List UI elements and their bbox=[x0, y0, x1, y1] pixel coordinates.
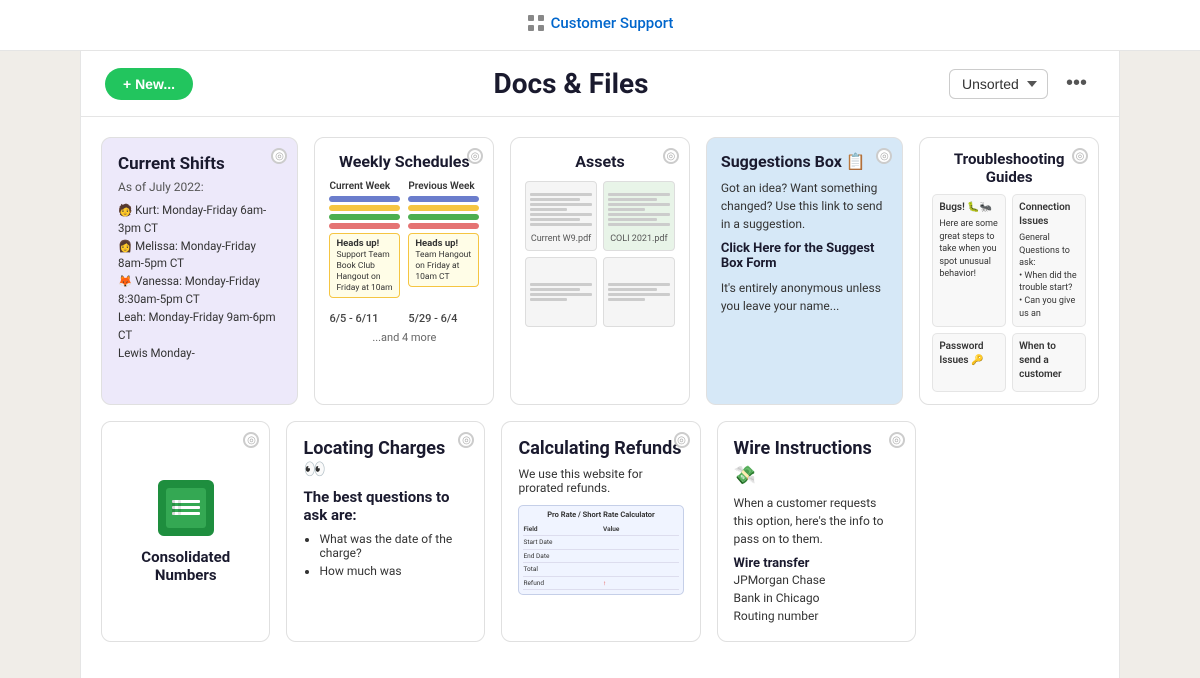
bullet-2: How much was bbox=[319, 564, 468, 578]
card-pin: ◎ bbox=[663, 148, 679, 164]
col2-dates: 5/29 - 6/4 bbox=[408, 312, 479, 325]
card-title: Calculating Refunds bbox=[518, 438, 683, 459]
asset-thumb-4[interactable] bbox=[603, 257, 675, 327]
card-title: Suggestions Box 📋 bbox=[721, 152, 888, 171]
toolbar: + New... Docs & Files Unsorted A-Z Z-A D… bbox=[81, 51, 1119, 117]
cards-row-2: ◎ Consolidated Numbers bbox=[101, 421, 1099, 642]
suggestion-desc1: Got an idea? Want something changed? Use… bbox=[721, 179, 888, 233]
trouble-item-bugs: Bugs! 🐛🐜 Here are some great steps to ta… bbox=[932, 194, 1006, 327]
card-wire-instructions[interactable]: ◎ Wire Instructions 💸 When a customer re… bbox=[717, 421, 916, 642]
card-subtitle: As of July 2022: bbox=[118, 180, 281, 194]
shifts-text: 🧑 Kurt: Monday-Friday 6am-3pm CT 👩 Melis… bbox=[118, 202, 281, 362]
wire-transfer-label: Wire transfer bbox=[734, 556, 899, 571]
locating-bullets: What was the date of the charge? How muc… bbox=[303, 532, 468, 578]
card-troubleshooting[interactable]: ◎ Troubleshooting Guides Bugs! 🐛🐜 Here a… bbox=[919, 137, 1099, 405]
suggestion-desc2: It's entirely anonymous unless you leave… bbox=[721, 279, 888, 315]
wire-emoji: 💸 bbox=[734, 465, 899, 486]
page-title: Docs & Files bbox=[494, 67, 649, 100]
card-current-shifts[interactable]: ◎ Current Shifts As of July 2022: 🧑 Kurt… bbox=[101, 137, 298, 405]
asset-thumb-w9[interactable]: Current W9.pdf bbox=[525, 181, 597, 251]
asset-thumb-coli[interactable]: COLI 2021.pdf bbox=[603, 181, 675, 251]
card-title: Current Shifts bbox=[118, 154, 281, 174]
sheets-icon bbox=[158, 480, 214, 536]
col1-dates: 6/5 - 6/11 bbox=[329, 312, 400, 325]
row2-spacer bbox=[932, 421, 1099, 642]
new-button[interactable]: + New... bbox=[105, 68, 193, 100]
col2-header: Previous Week bbox=[408, 181, 479, 192]
asset-label-coli: COLI 2021.pdf bbox=[610, 234, 667, 244]
col1-header: Current Week bbox=[329, 181, 400, 192]
more-button[interactable]: ••• bbox=[1058, 68, 1095, 99]
sort-select[interactable]: Unsorted A-Z Z-A Date bbox=[949, 69, 1048, 99]
trouble-item-connection: Connection Issues General Questions to a… bbox=[1012, 194, 1086, 327]
asset-thumb-3[interactable] bbox=[525, 257, 597, 327]
wire-detail: JPMorgan ChaseBank in ChicagoRouting num… bbox=[734, 571, 899, 625]
breadcrumb-link[interactable]: Customer Support bbox=[551, 14, 674, 32]
top-bar: Customer Support bbox=[0, 0, 1200, 51]
card-title: Locating Charges 👀 bbox=[303, 438, 468, 480]
card-pin: ◎ bbox=[674, 432, 690, 448]
card-title: Assets bbox=[525, 152, 675, 171]
heads-up-badge-2: Heads up! Team Hangout on Friday at 10am… bbox=[408, 233, 479, 287]
trouble-item-password: Password Issues 🔑 bbox=[932, 333, 1006, 392]
toolbar-right: Unsorted A-Z Z-A Date ••• bbox=[949, 68, 1095, 99]
cards-row-1: ◎ Current Shifts As of July 2022: 🧑 Kurt… bbox=[101, 137, 1099, 405]
card-calculating-refunds[interactable]: ◎ Calculating Refunds We use this websit… bbox=[501, 421, 700, 642]
heads-up-badge-1: Heads up! Support Team Book Club Hangout… bbox=[329, 233, 400, 298]
bullet-1: What was the date of the charge? bbox=[319, 532, 468, 560]
calc-desc: We use this website for prorated refunds… bbox=[518, 467, 683, 495]
card-pin: ◎ bbox=[1072, 148, 1088, 164]
calc-thumb: Pro Rate / Short Rate Calculator FieldVa… bbox=[518, 505, 683, 595]
trouble-item-send-customer: When to send a customer bbox=[1012, 333, 1086, 392]
card-title: Weekly Schedules bbox=[329, 152, 479, 171]
main-container: + New... Docs & Files Unsorted A-Z Z-A D… bbox=[80, 51, 1120, 678]
more-link: ...and 4 more bbox=[329, 331, 479, 344]
grid-icon bbox=[527, 14, 545, 32]
card-title: Troubleshooting Guides bbox=[932, 150, 1086, 186]
card-title: Consolidated Numbers bbox=[116, 548, 255, 584]
asset-label-w9: Current W9.pdf bbox=[531, 234, 591, 244]
suggestion-link[interactable]: Click Here for the Suggest Box Form bbox=[721, 241, 888, 271]
card-assets[interactable]: ◎ Assets bbox=[510, 137, 690, 405]
cards-area: ◎ Current Shifts As of July 2022: 🧑 Kurt… bbox=[81, 117, 1119, 678]
card-pin: ◎ bbox=[889, 432, 905, 448]
card-suggestions-box[interactable]: ◎ Suggestions Box 📋 Got an idea? Want so… bbox=[706, 137, 903, 405]
card-weekly-schedules[interactable]: ◎ Weekly Schedules Current Week Heads up… bbox=[314, 137, 494, 405]
card-title: Wire Instructions bbox=[734, 438, 899, 459]
locating-bold: The best questions to ask are: bbox=[303, 488, 468, 524]
card-locating-charges[interactable]: ◎ Locating Charges 👀 The best questions … bbox=[286, 421, 485, 642]
wire-desc: When a customer requests this option, he… bbox=[734, 494, 899, 548]
card-consolidated-numbers[interactable]: ◎ Consolidated Numbers bbox=[101, 421, 270, 642]
